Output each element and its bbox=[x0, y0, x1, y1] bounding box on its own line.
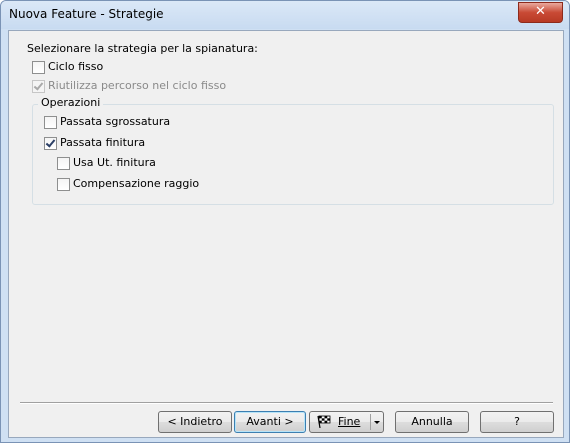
riutilizza-percorso-checkbox[interactable] bbox=[32, 80, 45, 93]
back-button[interactable]: < Indietro bbox=[158, 411, 232, 433]
wizard-window: Nuova Feature - Strategie ✕ Selezionare … bbox=[0, 0, 570, 443]
riutilizza-percorso-label: Riutilizza percorso nel ciclo fisso bbox=[48, 79, 227, 92]
close-button[interactable]: ✕ bbox=[518, 2, 563, 23]
window-title: Nuova Feature - Strategie bbox=[9, 7, 164, 21]
footer-separator bbox=[20, 402, 553, 404]
compensazione-raggio-checkbox[interactable] bbox=[57, 178, 70, 191]
ciclo-fisso-checkbox[interactable] bbox=[32, 61, 45, 74]
strategy-prompt: Selezionare la strategia per la spianatu… bbox=[27, 42, 258, 55]
split-divider bbox=[370, 414, 371, 430]
close-icon: ✕ bbox=[535, 4, 546, 19]
passata-finitura-label[interactable]: Passata finitura bbox=[60, 136, 145, 150]
dropdown-arrow-icon[interactable] bbox=[374, 421, 380, 424]
checkered-flag-icon bbox=[317, 415, 331, 428]
usa-ut-finitura-label[interactable]: Usa Ut. finitura bbox=[73, 156, 156, 170]
passata-sgrossatura-label[interactable]: Passata sgrossatura bbox=[60, 115, 170, 129]
passata-finitura-checkbox[interactable] bbox=[44, 137, 57, 150]
finish-split-button[interactable]: Fine bbox=[309, 411, 384, 433]
cancel-button[interactable]: Annulla bbox=[395, 411, 469, 433]
dialog-body: Selezionare la strategia per la spianatu… bbox=[8, 30, 564, 438]
help-button[interactable]: ? bbox=[480, 411, 554, 433]
operazioni-group-label: Operazioni bbox=[38, 96, 104, 110]
next-button[interactable]: Avanti > bbox=[234, 411, 306, 433]
finish-label: Fine bbox=[338, 415, 361, 428]
title-bar[interactable]: Nuova Feature - Strategie ✕ bbox=[1, 1, 569, 29]
ciclo-fisso-label[interactable]: Ciclo fisso bbox=[48, 60, 103, 74]
passata-sgrossatura-checkbox[interactable] bbox=[44, 116, 57, 129]
usa-ut-finitura-checkbox[interactable] bbox=[57, 157, 70, 170]
compensazione-raggio-label[interactable]: Compensazione raggio bbox=[73, 177, 199, 191]
